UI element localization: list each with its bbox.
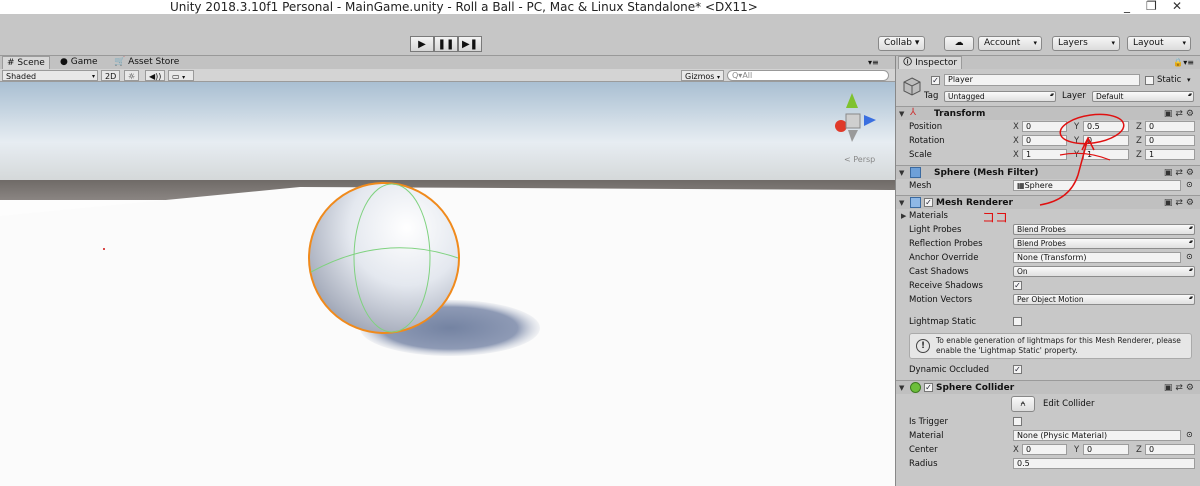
unity-editor-window: Unity 2018.3.10f1 Personal - MainGame.un… (0, 0, 1200, 486)
annotation-circle (1059, 113, 1125, 145)
annotation-scribble (1059, 152, 1111, 161)
annotation-arrow (1039, 136, 1095, 206)
annotation-overlay: ココ (982, 113, 1125, 226)
annotation-koko: ココ (982, 211, 1008, 226)
